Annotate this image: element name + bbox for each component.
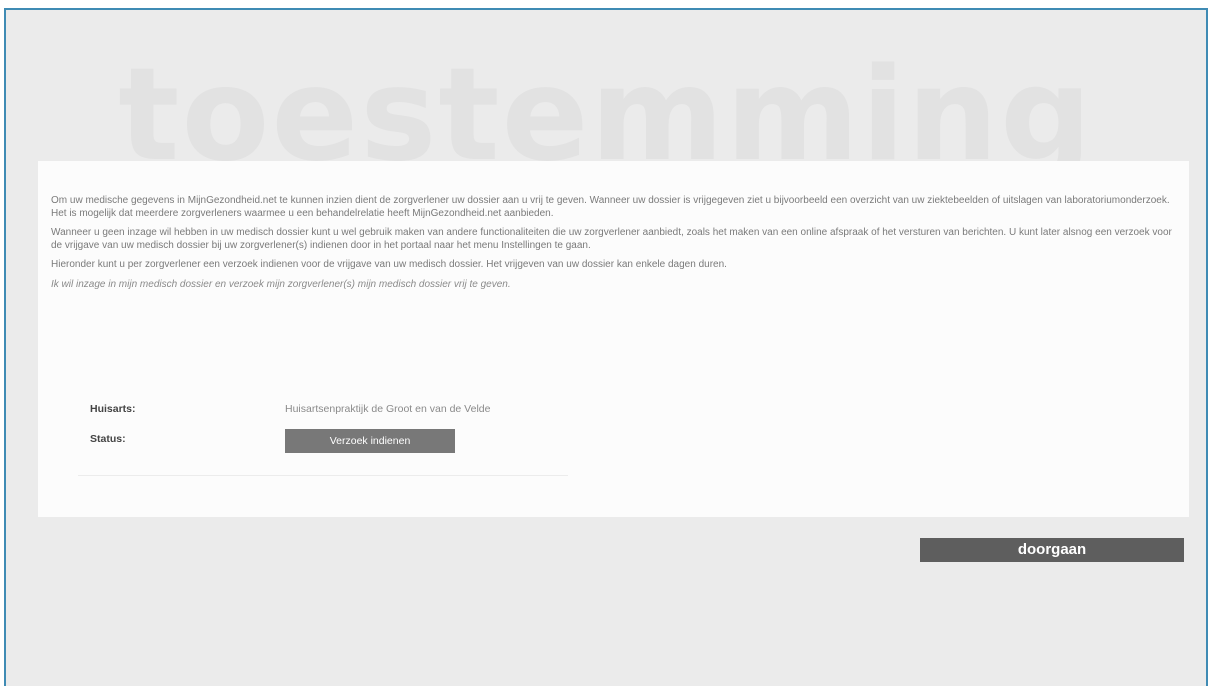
huisarts-value: Huisartsenpraktijk de Groot en van de Ve…: [285, 403, 491, 415]
consent-card: Om uw medische gegevens in MijnGezondhei…: [38, 161, 1189, 517]
consent-page-frame: toestemming Om uw medische gegevens in M…: [4, 8, 1208, 686]
intro-paragraph-2: Wanneer u geen inzage wil hebben in uw m…: [51, 227, 1172, 251]
request-access-button[interactable]: Verzoek indienen: [285, 429, 455, 453]
intro-paragraph-1: Om uw medische gegevens in MijnGezondhei…: [51, 195, 1170, 219]
intro-paragraph-3: Hieronder kunt u per zorgverlener een ve…: [51, 259, 727, 270]
status-label: Status:: [90, 433, 126, 445]
continue-button[interactable]: doorgaan: [920, 538, 1184, 562]
huisarts-label: Huisarts:: [90, 403, 136, 415]
section-divider: [78, 475, 568, 476]
consent-statement: Ik wil inzage in mijn medisch dossier en…: [51, 278, 511, 290]
